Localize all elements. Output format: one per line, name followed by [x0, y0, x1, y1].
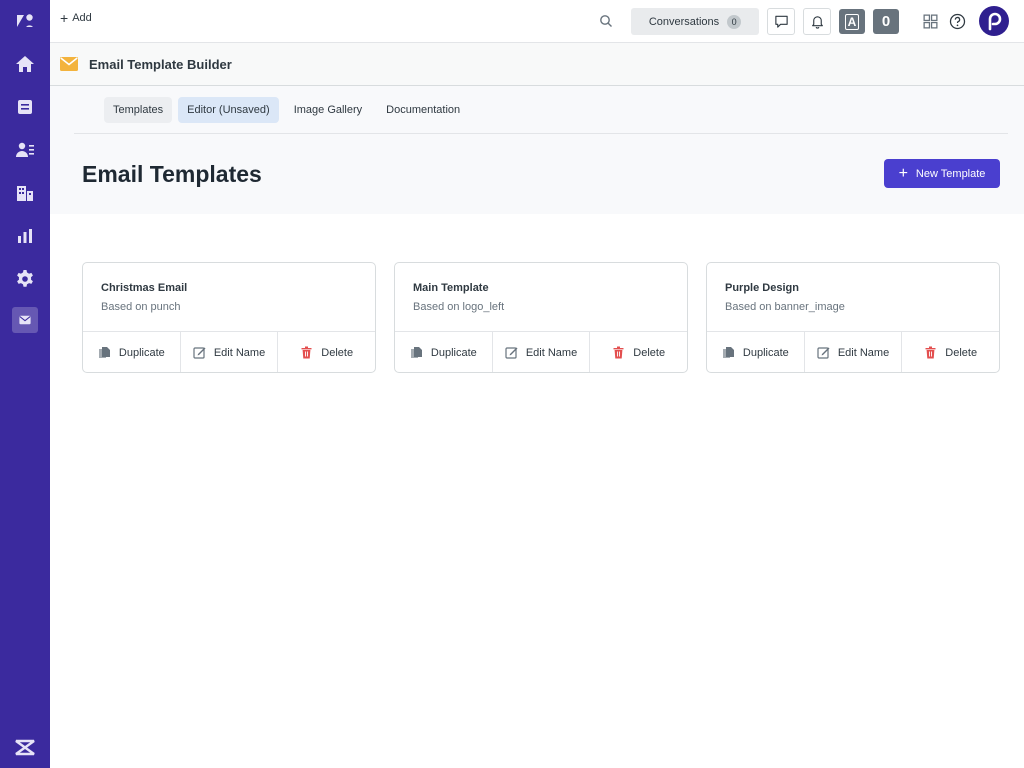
help-question-icon [949, 13, 965, 29]
template-base: Based on punch [101, 301, 181, 313]
template-name: Purple Design [725, 282, 799, 294]
new-template-label: New Template [915, 167, 986, 180]
views-icon[interactable] [12, 94, 38, 120]
tab-documentation[interactable]: Documentation [377, 97, 469, 123]
delete-button[interactable]: Delete [590, 332, 687, 372]
delete-button[interactable]: Delete [278, 332, 375, 372]
app-title: Email Template Builder [89, 57, 232, 72]
bell-icon [811, 16, 823, 29]
avatar-logo-icon [988, 12, 1002, 31]
content-header: Templates Editor (Unsaved) Image Gallery… [50, 86, 1024, 214]
trash-icon [301, 346, 312, 359]
chat-button[interactable] [767, 8, 795, 35]
new-template-button[interactable]: + New Template [884, 159, 1000, 188]
edit-pencil-icon [817, 347, 830, 359]
edit-name-button[interactable]: Edit Name [181, 332, 279, 372]
template-base: Based on logo_left [413, 301, 505, 313]
conversations-button[interactable]: Conversations 0 [631, 8, 759, 35]
tab-templates[interactable]: Templates [104, 97, 173, 123]
products-grid-button[interactable] [921, 12, 939, 30]
trash-icon [613, 346, 624, 359]
grid-icon [922, 13, 938, 29]
app-a-button[interactable]: A [839, 9, 865, 34]
notifications-button[interactable] [803, 8, 831, 35]
help-button[interactable] [948, 12, 966, 30]
app-header: Email Template Builder [50, 43, 1024, 86]
top-bar: + Add Conversations 0 A 0 [50, 0, 1024, 43]
template-base: Based on banner_image [725, 301, 845, 313]
tabs-divider [74, 133, 1008, 134]
template-name: Christmas Email [101, 282, 188, 294]
app-a-label: A [844, 13, 860, 30]
email-app-icon[interactable] [12, 307, 38, 333]
tab-editor-unsaved[interactable]: Editor (Unsaved) [178, 97, 279, 123]
duplicate-label: Duplicate [430, 346, 477, 359]
app-o-label: 0 [881, 13, 891, 30]
duplicate-label: Duplicate [118, 346, 165, 359]
reporting-icon[interactable] [12, 223, 38, 249]
duplicate-icon [98, 347, 110, 358]
add-label: Add [72, 12, 92, 24]
duplicate-button[interactable]: Duplicate [83, 332, 181, 372]
card-actions: Duplicate Edit Name Delete [707, 331, 999, 372]
zendesk-z-logo-icon[interactable] [12, 734, 38, 760]
admin-gear-icon[interactable] [12, 266, 38, 292]
card-actions: Duplicate Edit Name Delete [83, 331, 375, 372]
template-card: Christmas Email Based on punch Duplicate… [82, 262, 376, 373]
trash-icon [925, 346, 936, 359]
customers-icon[interactable] [12, 137, 38, 163]
page-title: Email Templates [82, 161, 262, 187]
plus-icon: + [898, 164, 908, 182]
duplicate-icon [410, 347, 422, 358]
delete-label: Delete [633, 346, 666, 359]
edit-name-button[interactable]: Edit Name [805, 332, 903, 372]
template-card: Purple Design Based on banner_image Dupl… [706, 262, 1000, 373]
user-avatar[interactable] [979, 6, 1009, 36]
duplicate-button[interactable]: Duplicate [707, 332, 805, 372]
add-button[interactable]: + Add [60, 10, 92, 26]
edit-pencil-icon [505, 347, 518, 359]
sidebar [0, 0, 50, 768]
edit-name-label: Edit Name [525, 346, 578, 359]
plus-icon: + [60, 10, 69, 26]
duplicate-icon [722, 347, 734, 358]
envelope-icon [60, 57, 78, 71]
delete-button[interactable]: Delete [902, 332, 999, 372]
duplicate-label: Duplicate [742, 346, 789, 359]
card-actions: Duplicate Edit Name Delete [395, 331, 687, 372]
search-icon[interactable] [599, 14, 613, 28]
duplicate-button[interactable]: Duplicate [395, 332, 493, 372]
organizations-icon[interactable] [12, 180, 38, 206]
edit-name-button[interactable]: Edit Name [493, 332, 591, 372]
conversations-count-badge: 0 [727, 14, 742, 29]
home-icon[interactable] [12, 51, 38, 77]
delete-label: Delete [321, 346, 354, 359]
tab-image-gallery[interactable]: Image Gallery [285, 97, 371, 123]
edit-pencil-icon [193, 347, 206, 359]
delete-label: Delete [945, 346, 978, 359]
chat-bubble-icon [774, 15, 788, 28]
template-card: Main Template Based on logo_left Duplica… [394, 262, 688, 373]
app-o-button[interactable]: 0 [873, 9, 899, 34]
conversations-label: Conversations [648, 15, 720, 28]
template-name: Main Template [413, 282, 489, 294]
zendesk-logo-icon[interactable] [12, 8, 38, 34]
edit-name-label: Edit Name [837, 346, 890, 359]
edit-name-label: Edit Name [213, 346, 266, 359]
tab-bar: Templates Editor (Unsaved) Image Gallery… [104, 97, 469, 123]
